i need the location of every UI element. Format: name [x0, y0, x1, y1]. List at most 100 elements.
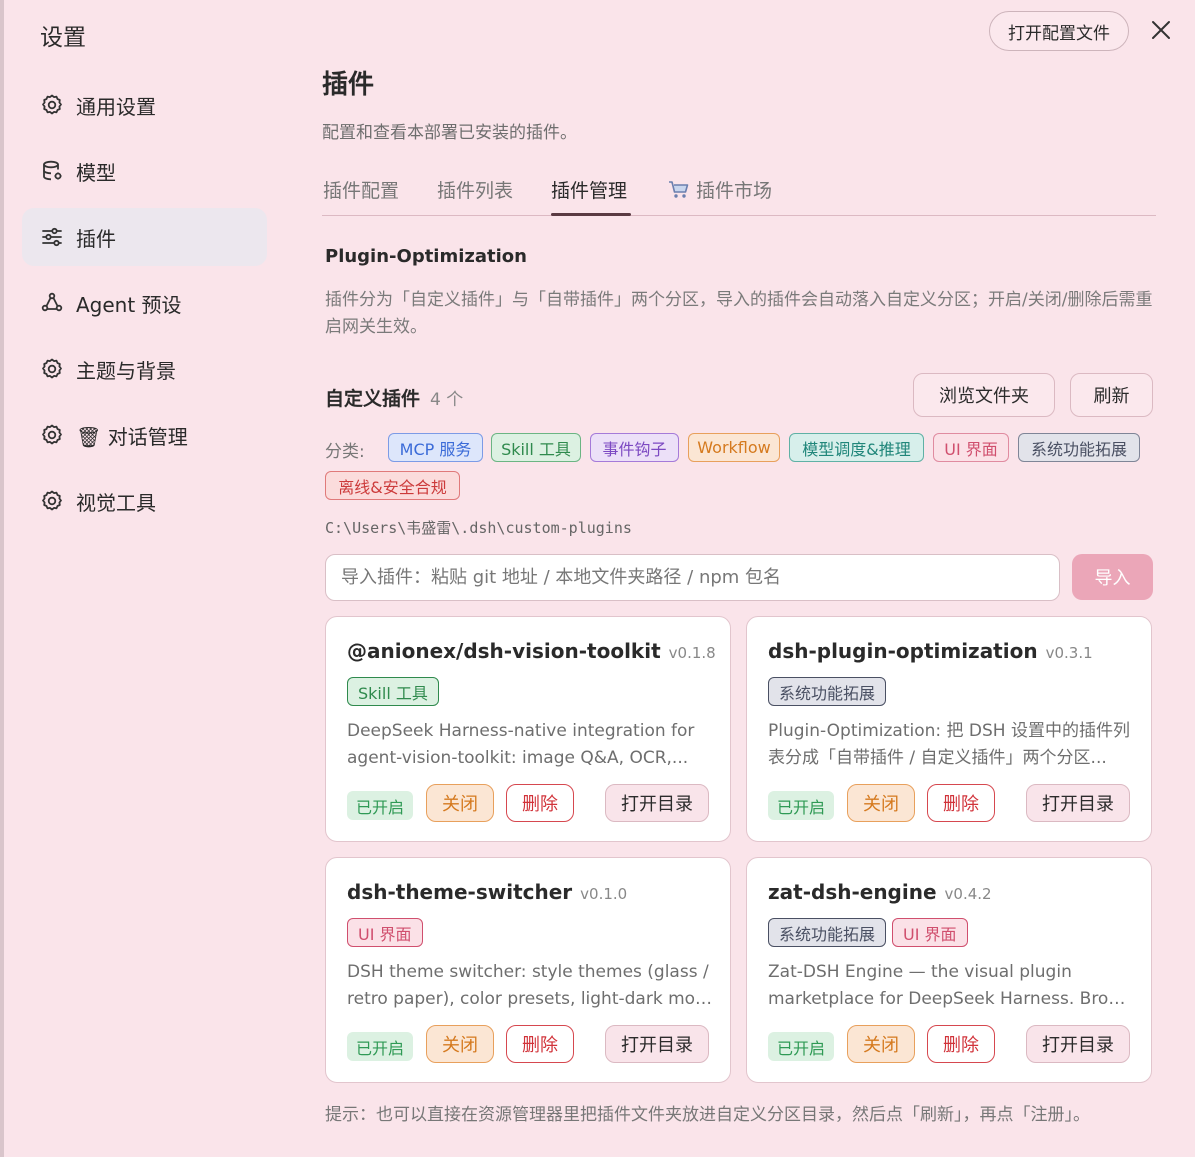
delete-button[interactable]: 删除: [506, 1025, 574, 1063]
gear-icon: [40, 423, 64, 447]
plugin-desc-line: marketplace for DeepSeek Harness. Browse…: [768, 989, 1138, 1009]
open-directory-button[interactable]: 打开目录: [605, 784, 709, 822]
sidebar-item-label: 插件: [76, 226, 116, 251]
category-chip-hooks[interactable]: 事件钩子: [590, 433, 679, 462]
sidebar-item-theme[interactable]: 主题与背景: [22, 340, 267, 398]
plugin-desc-line: Plugin-Optimization: 把 DSH 设置中的插件列: [768, 721, 1130, 741]
status-badge: 已开启: [347, 1032, 414, 1061]
category-label: 分类:: [325, 442, 365, 462]
plugin-name: dsh-plugin-optimization: [768, 639, 1038, 663]
import-plugin-input[interactable]: [325, 554, 1060, 601]
plugin-tag: 系统功能拓展: [768, 677, 887, 706]
plugin-version: v0.1.8: [668, 644, 716, 662]
category-chip-model[interactable]: 模型调度&推理: [789, 433, 924, 462]
open-directory-button[interactable]: 打开目录: [605, 1025, 709, 1063]
refresh-button[interactable]: 刷新: [1070, 373, 1153, 417]
open-directory-button[interactable]: 打开目录: [1026, 784, 1130, 822]
tab-market-label: 插件市场: [696, 180, 773, 202]
tab-plugin-list[interactable]: 插件列表: [437, 176, 513, 203]
plugin-desc-line: DeepSeek Harness-native integration for: [347, 721, 695, 741]
category-chip-offline[interactable]: 离线&安全合规: [325, 471, 460, 500]
section-title: Plugin-Optimization: [325, 246, 527, 267]
gear-icon: [40, 93, 64, 117]
sidebar-item-label: 通用设置: [76, 94, 156, 119]
plugin-card: @anionex/dsh-vision-toolkit v0.1.8 Skill …: [325, 616, 731, 842]
tab-plugin-config[interactable]: 插件配置: [323, 176, 399, 203]
sidebar-item-general[interactable]: 通用设置: [22, 76, 267, 134]
sidebar-item-label: 视觉工具: [76, 490, 156, 515]
sidebar-item-model[interactable]: 模型: [22, 142, 267, 200]
gear-icon: [40, 357, 64, 381]
sidebar-item-label: Agent 预设: [76, 292, 182, 317]
plugin-name: dsh-theme-switcher: [347, 880, 573, 904]
sidebar-item-label: 🗑 对话管理: [76, 424, 188, 449]
open-directory-button[interactable]: 打开目录: [1026, 1025, 1130, 1063]
plugin-tags: UI 界面: [347, 918, 429, 947]
plugin-name: zat-dsh-engine: [768, 880, 937, 904]
tab-plugin-manage[interactable]: 插件管理: [551, 176, 627, 203]
category-chip-skill[interactable]: Skill 工具: [491, 433, 581, 462]
plugin-tags: 系统功能拓展: [768, 677, 892, 706]
custom-plugins-count: 4 个: [430, 390, 464, 410]
category-chip-mcp[interactable]: MCP 服务: [388, 433, 483, 462]
plugin-card: dsh-theme-switcher v0.1.0 UI 界面 DSH theme…: [325, 857, 731, 1083]
delete-button[interactable]: 删除: [506, 784, 574, 822]
sidebar-item-label: 模型: [76, 160, 116, 185]
hint-text: 提示：也可以直接在资源管理器里把插件文件夹放进自定义分区目录，然后点「刷新」，再…: [325, 1105, 1090, 1125]
plugin-desc-line: agent-vision-toolkit: image Q&A, OCR,...: [347, 748, 689, 768]
plugin-tag: 系统功能拓展: [768, 918, 887, 947]
plugin-desc-line: DSH theme switcher: style themes (glass …: [347, 962, 709, 982]
custom-plugins-title: 自定义插件 4 个: [325, 384, 463, 411]
sidebar-item-vision-tools[interactable]: 视觉工具: [22, 472, 267, 530]
plugin-description: Zat-DSH Engine — the visual plugin marke…: [768, 959, 1138, 1013]
cart-icon: [668, 180, 690, 205]
plugin-version: v0.1.0: [580, 885, 628, 903]
sidebar-item-conversations[interactable]: 🗑 对话管理: [22, 406, 267, 464]
plugin-card: dsh-plugin-optimization v0.3.1 系统功能拓展 Plu…: [746, 616, 1152, 842]
plugin-tag: UI 界面: [892, 918, 968, 947]
active-tab-indicator: [551, 213, 631, 216]
plugin-name: @anionex/dsh-vision-toolkit: [347, 639, 661, 663]
category-chip-system[interactable]: 系统功能拓展: [1018, 433, 1140, 462]
plugin-card: zat-dsh-engine v0.4.2 系统功能拓展 UI 界面 Zat-DSH…: [746, 857, 1152, 1083]
plugin-version: v0.3.1: [1045, 644, 1093, 662]
sidebar-item-agent-preset[interactable]: Agent 预设: [22, 274, 267, 332]
window-edge: [0, 0, 4, 1157]
plugin-desc-line: retro paper), color presets, light-dark …: [347, 989, 717, 1009]
plugin-version: v0.4.2: [944, 885, 992, 903]
plugin-name-wrap: dsh-theme-switcher v0.1.0: [347, 880, 627, 904]
plugin-tags: Skill 工具: [347, 677, 445, 706]
delete-button[interactable]: 删除: [927, 1025, 995, 1063]
category-chip-workflow[interactable]: Workflow: [688, 433, 780, 462]
category-chip-ui[interactable]: UI 界面: [933, 433, 1009, 462]
status-badge: 已开启: [768, 791, 835, 820]
disable-button[interactable]: 关闭: [847, 784, 915, 822]
settings-title: 设置: [40, 25, 86, 51]
gear-icon: [40, 489, 64, 513]
open-config-button[interactable]: 打开配置文件: [989, 11, 1129, 51]
database-icon: [40, 159, 64, 183]
plugin-name-wrap: dsh-plugin-optimization v0.3.1: [768, 639, 1093, 663]
plugin-tag: Skill 工具: [347, 677, 439, 706]
sidebar-item-plugins[interactable]: 插件: [22, 208, 267, 266]
disable-button[interactable]: 关闭: [847, 1025, 915, 1063]
tab-bar: 插件配置 插件列表 插件管理 插件市场: [322, 170, 1156, 216]
plugin-description: DSH theme switcher: style themes (glass …: [347, 959, 717, 1013]
section-description: 插件分为「自定义插件」与「自带插件」两个分区，导入的插件会自动落入自定义分区；开…: [325, 290, 1153, 337]
delete-button[interactable]: 删除: [927, 784, 995, 822]
plugin-desc-line: Zat-DSH Engine — the visual plugin: [768, 962, 1072, 982]
status-badge: 已开启: [347, 791, 414, 820]
tab-plugin-market[interactable]: 插件市场: [668, 176, 772, 205]
disable-button[interactable]: 关闭: [426, 1025, 494, 1063]
sidebar-item-label: 主题与背景: [76, 358, 176, 383]
plugin-desc-line: 表分成「自带插件 / 自定义插件」两个分区...: [768, 748, 1107, 768]
close-icon[interactable]: [1148, 17, 1174, 43]
sliders-icon: [40, 225, 64, 249]
import-button[interactable]: 导入: [1072, 554, 1153, 600]
custom-plugins-path: C:\Users\韦盛雷\.dsh\custom-plugins: [325, 519, 632, 537]
browse-folder-button[interactable]: 浏览文件夹: [913, 373, 1055, 417]
plugin-tags: 系统功能拓展 UI 界面: [768, 918, 974, 947]
plugin-name-wrap: zat-dsh-engine v0.4.2: [768, 880, 992, 904]
plugin-tag: UI 界面: [347, 918, 423, 947]
disable-button[interactable]: 关闭: [426, 784, 494, 822]
